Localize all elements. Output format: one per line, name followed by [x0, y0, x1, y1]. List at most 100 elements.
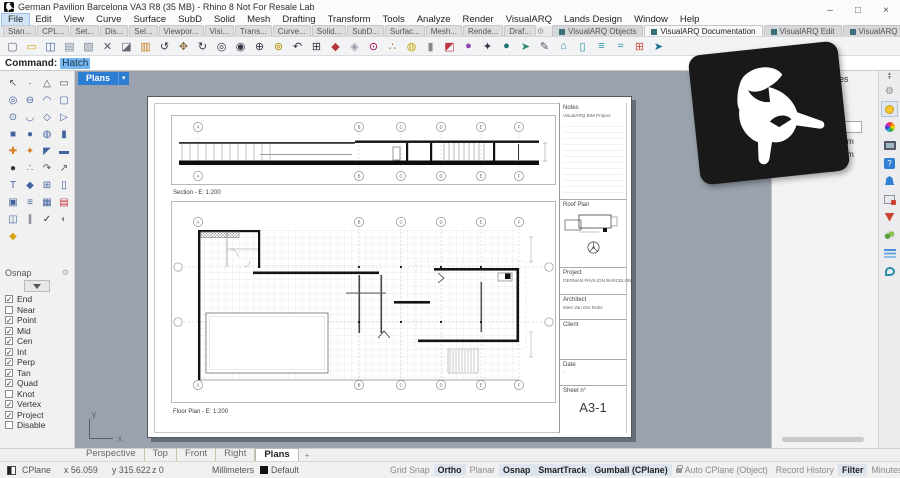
gear-icon[interactable]: ⚙: [881, 83, 898, 99]
toolbar-icon[interactable]: ▥: [138, 38, 153, 54]
menu-item[interactable]: Lands Design: [558, 14, 628, 26]
toolbar-icon[interactable]: ●: [499, 38, 514, 54]
toolbar-icon[interactable]: ●: [461, 38, 476, 54]
viewport-tab-label[interactable]: Plans: [78, 72, 119, 85]
palette-tool-icon[interactable]: ◎: [5, 92, 21, 108]
toolbar-tab[interactable]: Surfac...: [384, 25, 425, 36]
toolbar-icon[interactable]: ◩: [442, 38, 457, 54]
new-viewport-tab-button[interactable]: +: [299, 451, 316, 460]
checkbox[interactable]: ✓: [5, 337, 13, 346]
toolbar-icon[interactable]: ▮: [423, 38, 438, 54]
toolbar-icon[interactable]: ▢: [5, 38, 20, 54]
osnap-checkbox-item[interactable]: ✓ Cen: [5, 336, 69, 347]
osnap-checkbox-item[interactable]: ✓ Vertex: [5, 399, 69, 410]
toolbar-icon[interactable]: ≈: [613, 38, 628, 54]
menu-item[interactable]: Analyze: [411, 14, 457, 26]
osnap-checkbox-item[interactable]: ✓ End: [5, 294, 69, 305]
toolbar-icon[interactable]: ↶: [290, 38, 305, 54]
library-icon[interactable]: [881, 191, 898, 207]
menu-item[interactable]: VisualARQ: [500, 14, 558, 26]
toolbar-icon[interactable]: ✕: [100, 38, 115, 54]
toolbar-tab[interactable]: Draf...: [504, 25, 536, 36]
palette-tool-icon[interactable]: ∥: [22, 211, 38, 227]
viewport-tab[interactable]: Perspective: [78, 448, 145, 462]
osnap-checkbox-item[interactable]: ✓ Perp: [5, 357, 69, 368]
toolbar-icon[interactable]: ➤: [518, 38, 533, 54]
palette-tool-icon[interactable]: ◆: [5, 228, 21, 244]
checkbox[interactable]: ✓: [5, 410, 13, 419]
menu-item[interactable]: Tools: [377, 14, 411, 26]
viewport-tab[interactable]: Right: [216, 448, 256, 462]
status-toggle[interactable]: Auto CPlane (Object): [672, 464, 772, 476]
palette-tool-icon[interactable]: ◆: [22, 177, 38, 193]
palette-tool-icon[interactable]: ●: [22, 126, 38, 142]
palette-tool-icon[interactable]: ▤: [56, 194, 72, 210]
osnap-checkbox-item[interactable]: Near: [5, 305, 69, 316]
toolbar-icon[interactable]: ▤: [62, 38, 77, 54]
palette-tool-icon[interactable]: ▦: [39, 194, 55, 210]
minimize-button[interactable]: –: [816, 5, 844, 16]
checkbox[interactable]: ✓: [5, 400, 13, 409]
toolbar-tab[interactable]: Viewpor...: [158, 25, 204, 36]
osnap-filter-button[interactable]: [24, 280, 50, 292]
palette-tool-icon[interactable]: ∴: [22, 160, 38, 176]
toolbar-icon[interactable]: ➤: [651, 38, 666, 54]
osnap-checkbox-item[interactable]: ✓ Point: [5, 315, 69, 326]
osnap-checkbox-item[interactable]: ✓ Project: [5, 410, 69, 421]
toolbar-icon[interactable]: ✎: [537, 38, 552, 54]
toolbar-tab[interactable]: Rende...: [462, 25, 504, 36]
palette-tool-icon[interactable]: ▣: [5, 194, 21, 210]
menu-item[interactable]: Transform: [322, 14, 377, 26]
maximize-button[interactable]: □: [844, 5, 872, 16]
toolbar-icon[interactable]: ⊕: [252, 38, 267, 54]
osnap-checkbox-item[interactable]: ✓ Quad: [5, 378, 69, 389]
color-wheel-icon[interactable]: [881, 119, 898, 135]
palette-tool-icon[interactable]: ⊖: [22, 92, 38, 108]
visualarq-tab[interactable]: VisualARQ Objects: [552, 25, 644, 36]
status-toggle[interactable]: Ortho: [433, 464, 466, 476]
command-input-value[interactable]: Hatch: [60, 57, 91, 69]
toolbar-icon[interactable]: ▭: [24, 38, 39, 54]
checkbox[interactable]: [5, 421, 13, 430]
toolbar-icon[interactable]: ◆: [328, 38, 343, 54]
checkbox[interactable]: ✓: [5, 358, 13, 367]
palette-tool-icon[interactable]: ⊞: [39, 177, 55, 193]
toolbar-tab[interactable]: Sel...: [129, 25, 158, 36]
palette-tool-icon[interactable]: ·: [22, 75, 38, 91]
osnap-checkbox-item[interactable]: Disable: [5, 420, 69, 431]
toolbar-icon[interactable]: ◈: [347, 38, 362, 54]
toolbar-icon[interactable]: ◉: [233, 38, 248, 54]
palette-tool-icon[interactable]: ●: [5, 160, 21, 176]
status-toggle[interactable]: Planar: [466, 464, 499, 476]
status-toggle[interactable]: Minutes from last: [867, 464, 900, 476]
toolbar-tab[interactable]: Set...: [70, 25, 100, 36]
toolbar-tab[interactable]: CPL...: [37, 25, 70, 36]
toolbar-icon[interactable]: ▯: [575, 38, 590, 54]
osnap-checkbox-item[interactable]: ✓ Mid: [5, 326, 69, 337]
viewport-title-tab[interactable]: Plans ▾: [78, 72, 129, 85]
bulb-icon[interactable]: [881, 101, 898, 117]
visualarq-tab[interactable]: VisualARQ Documentation: [644, 25, 763, 36]
toolbar-icon[interactable]: ⌂: [556, 38, 571, 54]
palette-tool-icon[interactable]: ✚: [5, 143, 21, 159]
toolbar-icon[interactable]: ⊚: [271, 38, 286, 54]
visualarq-tab[interactable]: VisualARQ Tools: [842, 25, 900, 36]
palette-tool-icon[interactable]: ◐: [56, 211, 72, 227]
toolbar-icon[interactable]: ◍: [404, 38, 419, 54]
checkbox[interactable]: ✓: [5, 368, 13, 377]
status-toggle[interactable]: Gumball (CPlane): [590, 464, 672, 476]
layers-icon[interactable]: [881, 245, 898, 261]
palette-tool-icon[interactable]: ≡: [22, 194, 38, 210]
status-toggle[interactable]: Grid Snap: [386, 464, 434, 476]
toolbar-icon[interactable]: ⊞: [309, 38, 324, 54]
checkbox[interactable]: ✓: [5, 316, 13, 325]
toolbar-tab[interactable]: Dis...: [100, 25, 129, 36]
visualarq-icon[interactable]: [881, 209, 898, 225]
palette-tool-icon[interactable]: ▢: [56, 92, 72, 108]
menu-item[interactable]: View: [58, 14, 90, 26]
checkbox[interactable]: ✓: [5, 379, 13, 388]
palette-tool-icon[interactable]: ✦: [22, 143, 38, 159]
palette-tool-icon[interactable]: ⊙: [5, 109, 21, 125]
viewport-tab[interactable]: Plans: [255, 448, 299, 462]
menu-item[interactable]: Edit: [29, 14, 57, 26]
